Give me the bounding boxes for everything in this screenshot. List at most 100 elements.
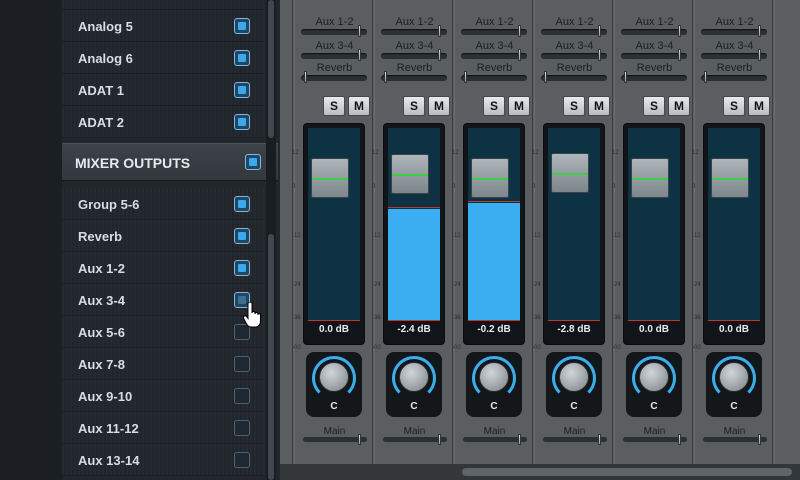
visibility-checkbox[interactable]: [234, 452, 250, 468]
sidebar-item-aux-5-6[interactable]: Aux 5-6: [62, 316, 264, 348]
send-slider-handle[interactable]: [758, 25, 762, 37]
volume-fader[interactable]: -2.4 dB: [383, 123, 445, 345]
send-slider-handle[interactable]: [624, 71, 628, 83]
pan-control: C: [546, 352, 602, 417]
send-slider[interactable]: [301, 75, 367, 81]
visibility-checkbox[interactable]: [234, 82, 250, 98]
send-slider-handle[interactable]: [438, 49, 442, 61]
sidebar-item-reverb[interactable]: Reverb: [62, 220, 264, 252]
send-slider-handle[interactable]: [358, 25, 362, 37]
list-item: [62, 0, 264, 10]
fader-cap[interactable]: [631, 158, 669, 198]
sidebar-item-aux-7-8[interactable]: Aux 7-8: [62, 348, 264, 380]
send-slider[interactable]: [461, 75, 527, 81]
fader-cap[interactable]: [391, 154, 429, 194]
db-readout: 0.0 dB: [718, 324, 749, 335]
sidebar-item-aux-13-14[interactable]: Aux 13-14: [62, 444, 264, 476]
sidebar-item-analog-5[interactable]: Analog 5: [62, 10, 264, 42]
solo-button[interactable]: S: [723, 96, 745, 116]
send-slider[interactable]: [381, 75, 447, 81]
main-send-handle[interactable]: [757, 434, 761, 445]
volume-fader[interactable]: -2.8 dB: [543, 123, 605, 345]
send-slider-handle[interactable]: [678, 25, 682, 37]
sidebar-item-aux-11-12[interactable]: Aux 11-12: [62, 412, 264, 444]
mixer-outputs-header[interactable]: MIXER OUTPUTS: [62, 143, 278, 181]
main-send-handle[interactable]: [597, 434, 601, 445]
main-send-handle[interactable]: [357, 434, 361, 445]
sidebar-item-aux-9-10[interactable]: Aux 9-10: [62, 380, 264, 412]
horizontal-scrollbar[interactable]: [280, 464, 800, 480]
mute-button[interactable]: M: [428, 96, 450, 116]
visibility-checkbox[interactable]: [234, 18, 250, 34]
mute-button[interactable]: M: [508, 96, 530, 116]
main-send-handle[interactable]: [517, 434, 521, 445]
volume-fader[interactable]: -0.2 dB: [463, 123, 525, 345]
solo-button[interactable]: S: [323, 96, 345, 116]
pan-knob[interactable]: [639, 362, 669, 392]
floor-line: [388, 320, 440, 321]
visibility-checkbox[interactable]: [234, 388, 250, 404]
send-slider[interactable]: [541, 75, 607, 81]
sidebar-item-label: Aux 13-14: [78, 453, 140, 468]
send-slider-handle[interactable]: [518, 49, 522, 61]
pan-knob[interactable]: [559, 362, 589, 392]
volume-fader[interactable]: 0.0 dB: [703, 123, 765, 345]
visibility-checkbox[interactable]: [234, 50, 250, 66]
fader-cap[interactable]: [711, 158, 749, 198]
sidebar-item-group-5-6[interactable]: Group 5-6: [62, 188, 264, 220]
pan-control: C: [466, 352, 522, 417]
visibility-checkbox[interactable]: [234, 114, 250, 130]
visibility-checkbox[interactable]: [234, 228, 250, 244]
fader-cap[interactable]: [471, 158, 509, 198]
send-slider-handle[interactable]: [544, 71, 548, 83]
send-slider-handle[interactable]: [704, 71, 708, 83]
send-slider-handle[interactable]: [384, 71, 388, 83]
send-slider-handle[interactable]: [678, 49, 682, 61]
solo-button[interactable]: S: [403, 96, 425, 116]
scrollbar-thumb[interactable]: [462, 468, 792, 476]
main-send-handle[interactable]: [437, 434, 441, 445]
pan-knob[interactable]: [719, 362, 749, 392]
send-slider-handle[interactable]: [598, 49, 602, 61]
send-slider-handle[interactable]: [438, 25, 442, 37]
level-meter: [708, 128, 760, 321]
send-slider-handle[interactable]: [464, 71, 468, 83]
section-visibility-checkbox[interactable]: [245, 154, 261, 170]
mute-button[interactable]: M: [348, 96, 370, 116]
volume-fader[interactable]: 0.0 dB: [623, 123, 685, 345]
send-slider-handle[interactable]: [358, 49, 362, 61]
pan-knob[interactable]: [319, 362, 349, 392]
sidebar-scrollbar[interactable]: [266, 0, 276, 480]
pan-knob[interactable]: [399, 362, 429, 392]
send-label: Aux 3-4: [395, 40, 434, 52]
mute-button[interactable]: M: [588, 96, 610, 116]
send-slider-handle[interactable]: [598, 25, 602, 37]
fader-cap[interactable]: [551, 153, 589, 193]
sidebar-item-adat-2[interactable]: ADAT 2: [62, 106, 264, 138]
sidebar-item-aux-3-4[interactable]: Aux 3-4: [62, 284, 264, 316]
solo-button[interactable]: S: [643, 96, 665, 116]
visibility-checkbox[interactable]: [234, 260, 250, 276]
send-slider[interactable]: [621, 75, 687, 81]
mute-button[interactable]: M: [748, 96, 770, 116]
scale-tick-label: -12: [292, 233, 301, 239]
sidebar-item-analog-6[interactable]: Analog 6: [62, 42, 264, 74]
send-slider[interactable]: [701, 75, 767, 81]
send-slider-handle[interactable]: [518, 25, 522, 37]
visibility-checkbox[interactable]: [234, 196, 250, 212]
pan-knob[interactable]: [479, 362, 509, 392]
sidebar-item-aux-1-2[interactable]: Aux 1-2: [62, 252, 264, 284]
scrollbar-thumb[interactable]: [268, 234, 274, 480]
send-slider-handle[interactable]: [758, 49, 762, 61]
scrollbar-thumb[interactable]: [268, 0, 274, 138]
send-slider-handle[interactable]: [304, 71, 308, 83]
solo-button[interactable]: S: [483, 96, 505, 116]
fader-cap[interactable]: [311, 158, 349, 198]
sidebar-item-adat-1[interactable]: ADAT 1: [62, 74, 264, 106]
mute-button[interactable]: M: [668, 96, 690, 116]
visibility-checkbox[interactable]: [234, 356, 250, 372]
main-send-handle[interactable]: [677, 434, 681, 445]
visibility-checkbox[interactable]: [234, 420, 250, 436]
volume-fader[interactable]: 0.0 dB: [303, 123, 365, 345]
solo-button[interactable]: S: [563, 96, 585, 116]
